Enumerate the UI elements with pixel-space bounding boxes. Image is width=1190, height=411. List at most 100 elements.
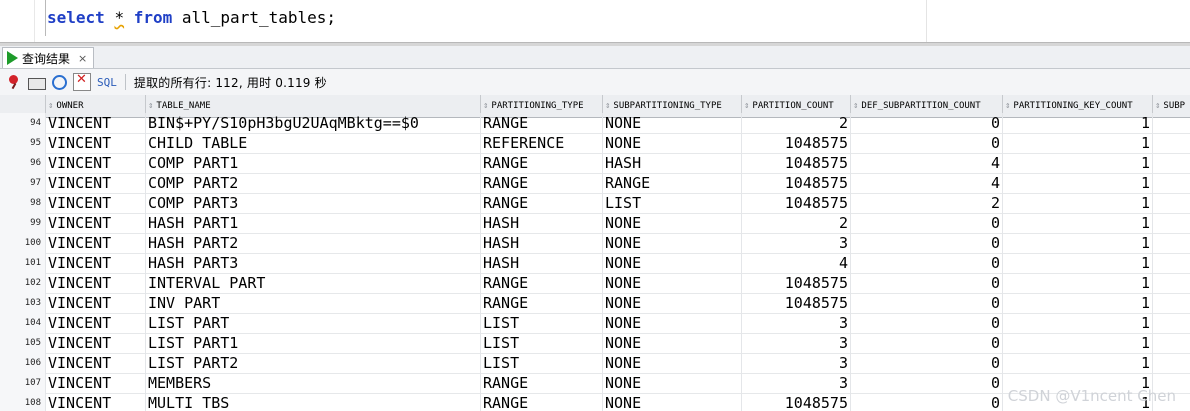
table-cell[interactable]: VINCENT	[46, 233, 146, 253]
table-row[interactable]: 99 VINCENT HASH PART1 HASH NONE 2 0 1	[0, 213, 1190, 234]
table-cell[interactable]: INTERVAL PART	[146, 273, 481, 293]
sort-icon[interactable]: ⇕	[1155, 101, 1160, 111]
table-cell[interactable]: NONE	[603, 313, 742, 333]
table-cell[interactable]: HASH PART3	[146, 253, 481, 273]
table-cell[interactable]: 0	[851, 373, 1003, 393]
table-cell[interactable]: 1	[1003, 113, 1153, 133]
sql-code-line[interactable]: select * from all_part_tables;	[47, 8, 336, 27]
table-row[interactable]: 94 VINCENT BIN$+PY/S10pH3bgU2UAqMBktg==$0 R…	[0, 113, 1190, 134]
table-cell[interactable]: NONE	[603, 233, 742, 253]
table-cell[interactable]: 0	[851, 353, 1003, 373]
table-cell[interactable]: RANGE	[481, 393, 603, 411]
table-cell[interactable]: RANGE	[481, 113, 603, 133]
table-cell[interactable]: NONE	[603, 373, 742, 393]
table-cell[interactable]: VINCENT	[46, 213, 146, 233]
table-row[interactable]: 98 VINCENT COMP PART3 RANGE LIST 1048575 2 1	[0, 193, 1190, 214]
table-cell[interactable]: NONE	[603, 333, 742, 353]
table-cell[interactable]: COMP PART2	[146, 173, 481, 193]
tab-query-result[interactable]: 查询结果 ×	[2, 47, 95, 68]
table-cell[interactable]: 1	[1003, 173, 1153, 193]
table-cell[interactable]: MEMBERS	[146, 373, 481, 393]
table-cell[interactable]: 1	[1003, 193, 1153, 213]
table-cell[interactable]: 3	[742, 313, 851, 333]
table-cell[interactable]: 3	[742, 353, 851, 373]
table-cell[interactable]: VINCENT	[46, 393, 146, 411]
pin-icon[interactable]	[6, 74, 22, 90]
table-cell[interactable]: 1048575	[742, 133, 851, 153]
table-cell[interactable]: 0	[851, 233, 1003, 253]
table-cell[interactable]: 0	[851, 333, 1003, 353]
table-cell[interactable]: 1048575	[742, 193, 851, 213]
table-cell[interactable]: COMP PART1	[146, 153, 481, 173]
table-row[interactable]: 101 VINCENT HASH PART3 HASH NONE 4 0 1	[0, 253, 1190, 274]
table-cell[interactable]: COMP PART3	[146, 193, 481, 213]
table-cell[interactable]: HASH PART2	[146, 233, 481, 253]
sort-icon[interactable]: ⇕	[148, 101, 153, 111]
table-cell[interactable]: 3	[742, 373, 851, 393]
table-cell[interactable]: CHILD TABLE	[146, 133, 481, 153]
table-cell[interactable]: HASH	[481, 213, 603, 233]
table-cell[interactable]: VINCENT	[46, 313, 146, 333]
table-cell[interactable]: 2	[742, 113, 851, 133]
table-cell[interactable]: LIST	[481, 313, 603, 333]
table-cell[interactable]: 1	[1003, 133, 1153, 153]
table-row[interactable]: 96 VINCENT COMP PART1 RANGE HASH 1048575 4 1	[0, 153, 1190, 174]
table-cell[interactable]: RANGE	[481, 173, 603, 193]
table-row[interactable]: 97 VINCENT COMP PART2 RANGE RANGE 1048575 4 1	[0, 173, 1190, 194]
sort-icon[interactable]: ⇕	[853, 101, 858, 111]
table-cell[interactable]: 0	[851, 133, 1003, 153]
sort-icon[interactable]: ⇕	[483, 101, 488, 111]
table-cell[interactable]: 2	[851, 193, 1003, 213]
table-cell[interactable]: 1048575	[742, 173, 851, 193]
table-cell[interactable]: 1	[1003, 273, 1153, 293]
table-cell[interactable]: LIST PART	[146, 313, 481, 333]
table-cell[interactable]: 0	[851, 253, 1003, 273]
table-cell[interactable]: 1	[1003, 333, 1153, 353]
sort-icon[interactable]: ⇕	[1005, 101, 1010, 111]
table-cell[interactable]: NONE	[603, 113, 742, 133]
table-cell[interactable]: VINCENT	[46, 133, 146, 153]
table-cell[interactable]: INV PART	[146, 293, 481, 313]
table-cell[interactable]: VINCENT	[46, 293, 146, 313]
table-row[interactable]: 105 VINCENT LIST PART1 LIST NONE 3 0 1	[0, 333, 1190, 354]
table-cell[interactable]: 3	[742, 233, 851, 253]
table-cell[interactable]: 1	[1003, 293, 1153, 313]
table-cell[interactable]: NONE	[603, 393, 742, 411]
table-cell[interactable]: 0	[851, 313, 1003, 333]
close-icon[interactable]: ×	[78, 52, 87, 65]
table-cell[interactable]: LIST	[481, 333, 603, 353]
table-cell[interactable]: REFERENCE	[481, 133, 603, 153]
table-cell[interactable]: MULTI TBS	[146, 393, 481, 411]
table-cell[interactable]: 0	[851, 113, 1003, 133]
table-cell[interactable]: 1	[1003, 353, 1153, 373]
table-row[interactable]: 106 VINCENT LIST PART2 LIST NONE 3 0 1	[0, 353, 1190, 374]
table-cell[interactable]: RANGE	[481, 273, 603, 293]
table-cell[interactable]: 4	[851, 173, 1003, 193]
sort-icon[interactable]: ⇕	[605, 101, 610, 111]
table-cell[interactable]: 1	[1003, 313, 1153, 333]
sql-editor[interactable]: select * from all_part_tables;	[0, 0, 1190, 42]
table-cell[interactable]: 1	[1003, 233, 1153, 253]
table-cell[interactable]: LIST PART1	[146, 333, 481, 353]
delete-icon[interactable]	[73, 72, 91, 91]
table-cell[interactable]: 0	[851, 273, 1003, 293]
table-cell[interactable]: 0	[851, 293, 1003, 313]
table-cell[interactable]: VINCENT	[46, 253, 146, 273]
table-cell[interactable]: 4	[851, 153, 1003, 173]
table-cell[interactable]: VINCENT	[46, 353, 146, 373]
result-grid[interactable]: ⇕ OWNER ⇕ TABLE_NAME ⇕ PARTITIONING_TYPE ⇕ SUBP…	[0, 95, 1190, 411]
table-cell[interactable]: HASH	[481, 253, 603, 273]
table-cell[interactable]: NONE	[603, 213, 742, 233]
table-cell[interactable]: RANGE	[603, 173, 742, 193]
table-cell[interactable]: HASH	[603, 153, 742, 173]
table-cell[interactable]: NONE	[603, 353, 742, 373]
table-cell[interactable]: 1048575	[742, 293, 851, 313]
table-cell[interactable]: BIN$+PY/S10pH3bgU2UAqMBktg==$0	[146, 113, 481, 133]
table-cell[interactable]: VINCENT	[46, 153, 146, 173]
sql-button[interactable]: SQL	[97, 76, 117, 89]
table-cell[interactable]: 0	[851, 213, 1003, 233]
table-cell[interactable]: RANGE	[481, 373, 603, 393]
table-cell[interactable]: 4	[742, 253, 851, 273]
table-cell[interactable]: RANGE	[481, 153, 603, 173]
table-cell[interactable]: 1	[1003, 253, 1153, 273]
